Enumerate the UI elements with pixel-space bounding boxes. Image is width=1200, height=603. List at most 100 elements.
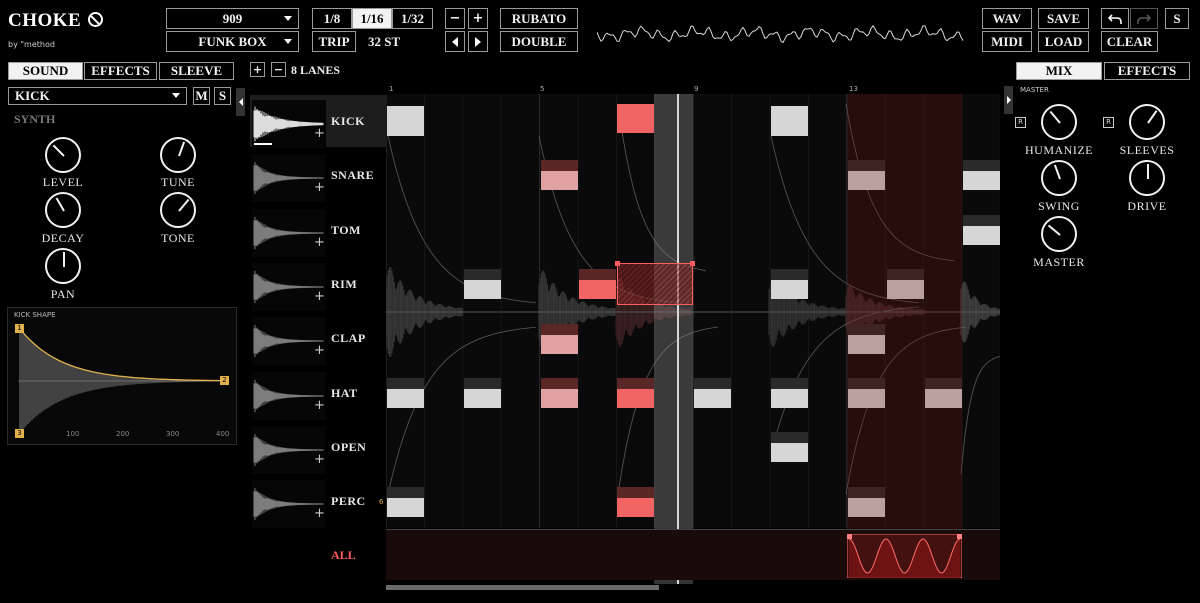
solo-button[interactable]: S (214, 87, 231, 105)
note-cell[interactable] (963, 215, 1000, 245)
shift-left-button[interactable] (445, 31, 465, 52)
note-velocity-bar (387, 106, 424, 117)
lane-label-kick[interactable]: KICK (331, 114, 365, 129)
knob-tone[interactable] (160, 192, 196, 228)
r-badge[interactable]: R (1015, 117, 1026, 128)
remove-lane-button[interactable]: − (271, 62, 286, 77)
shape-tick-300: 300 (166, 430, 180, 438)
tab-sleeve[interactable]: SLEEVE (159, 62, 234, 80)
horizontal-scrollbar[interactable] (386, 585, 659, 590)
resolution-1-32[interactable]: 1/32 (392, 8, 433, 29)
rubato-button[interactable]: RUBATO (500, 8, 578, 29)
knob-tune[interactable] (160, 137, 196, 173)
right-panel-collapse[interactable] (1004, 86, 1013, 114)
plus-icon[interactable]: + (314, 235, 325, 250)
lane-label-hat[interactable]: HAT (331, 386, 358, 401)
arrow-right-icon (475, 36, 481, 47)
knob-drive[interactable] (1129, 160, 1165, 196)
lane-label-clap[interactable]: CLAP (331, 331, 366, 346)
knob-indicator (1147, 164, 1149, 179)
plus-icon[interactable]: + (314, 126, 325, 141)
note-body (694, 389, 731, 408)
selection-box[interactable] (615, 261, 695, 305)
steps-minus-button[interactable]: − (445, 8, 465, 29)
r-badge[interactable]: R (1103, 117, 1114, 128)
note-cell[interactable] (617, 487, 654, 517)
note-cell[interactable] (464, 378, 501, 408)
resolution-1-8[interactable]: 1/8 (312, 8, 352, 29)
note-cell[interactable] (387, 487, 424, 517)
shape-handle-3[interactable]: 3 (15, 429, 24, 438)
playhead-line[interactable] (677, 94, 679, 584)
note-cell[interactable] (694, 378, 731, 408)
save-button[interactable]: SAVE (1038, 8, 1089, 29)
steps-plus-button[interactable]: + (468, 8, 488, 29)
double-button[interactable]: DOUBLE (500, 31, 578, 52)
plus-icon[interactable]: + (314, 343, 325, 358)
midi-export-button[interactable]: MIDI (982, 31, 1032, 52)
tab-mix[interactable]: MIX (1016, 62, 1102, 80)
trip-button[interactable]: TRIP (312, 31, 356, 52)
tab-sound[interactable]: SOUND (8, 62, 83, 80)
sound-select[interactable]: KICK (8, 87, 187, 105)
loop-region[interactable] (847, 94, 962, 578)
note-cell[interactable] (541, 160, 578, 190)
knob-label: HUMANIZE (1025, 143, 1093, 157)
load-button[interactable]: LOAD (1038, 31, 1089, 52)
shift-right-button[interactable] (468, 31, 488, 52)
shape-handle-2[interactable]: 2 (220, 376, 229, 385)
shape-handle-1[interactable]: 1 (15, 324, 24, 333)
note-cell[interactable] (464, 269, 501, 299)
tab-right-effects[interactable]: EFFECTS (1104, 62, 1190, 80)
all-lane-label[interactable]: ALL (331, 548, 356, 563)
knob-level[interactable] (45, 137, 81, 173)
note-cell[interactable] (387, 378, 424, 408)
tab-effects[interactable]: EFFECTS (84, 62, 157, 80)
plus-icon[interactable]: + (314, 452, 325, 467)
note-body (771, 280, 808, 299)
clear-button[interactable]: CLEAR (1101, 31, 1158, 52)
resolution-1-16[interactable]: 1/16 (352, 8, 392, 29)
note-cell-active[interactable] (617, 104, 654, 133)
note-cell[interactable] (541, 324, 578, 354)
steps-label: 32 ST (368, 34, 401, 49)
add-lane-button[interactable]: + (250, 62, 265, 77)
chevron-down-icon (284, 15, 292, 21)
left-panel-collapse[interactable] (236, 88, 245, 116)
plus-icon[interactable]: + (314, 506, 325, 521)
knob-sleeves[interactable] (1129, 104, 1165, 140)
pattern-select[interactable]: FUNK BOX (166, 31, 299, 52)
note-velocity-bar (541, 324, 578, 335)
note-cell[interactable] (771, 432, 808, 462)
redo-button[interactable] (1130, 8, 1158, 29)
undo-button[interactable] (1101, 8, 1129, 29)
note-cell[interactable] (617, 378, 654, 408)
all-lane-automation[interactable] (847, 534, 962, 578)
plus-icon[interactable]: + (314, 180, 325, 195)
knob-master[interactable] (1041, 216, 1077, 252)
knob-swing[interactable] (1041, 160, 1077, 196)
lane-label-tom[interactable]: TOM (331, 223, 361, 238)
plus-icon[interactable]: + (314, 398, 325, 413)
knob-humanize[interactable] (1041, 104, 1077, 140)
knob-pan[interactable] (45, 248, 81, 284)
note-cell[interactable] (771, 106, 808, 136)
lane-label-open[interactable]: OPEN (331, 440, 366, 455)
lane-label-rim[interactable]: RIM (331, 277, 357, 292)
note-cell[interactable] (387, 106, 424, 136)
mute-button[interactable]: M (193, 87, 210, 105)
lane-label-snare[interactable]: SNARE (331, 168, 374, 183)
note-cell[interactable] (771, 269, 808, 299)
knob-decay[interactable] (45, 192, 81, 228)
note-velocity-bar (963, 160, 1000, 171)
kit-select[interactable]: 909 (166, 8, 299, 29)
settings-s-button[interactable]: S (1165, 8, 1189, 29)
note-cell[interactable] (579, 269, 616, 299)
note-cell[interactable] (771, 378, 808, 408)
kick-shape-graph[interactable] (8, 308, 236, 444)
lane-label-perc[interactable]: PERC (331, 494, 366, 509)
note-cell[interactable] (963, 160, 1000, 190)
wav-export-button[interactable]: WAV (982, 8, 1032, 29)
note-cell[interactable] (541, 378, 578, 408)
plus-icon[interactable]: + (314, 289, 325, 304)
